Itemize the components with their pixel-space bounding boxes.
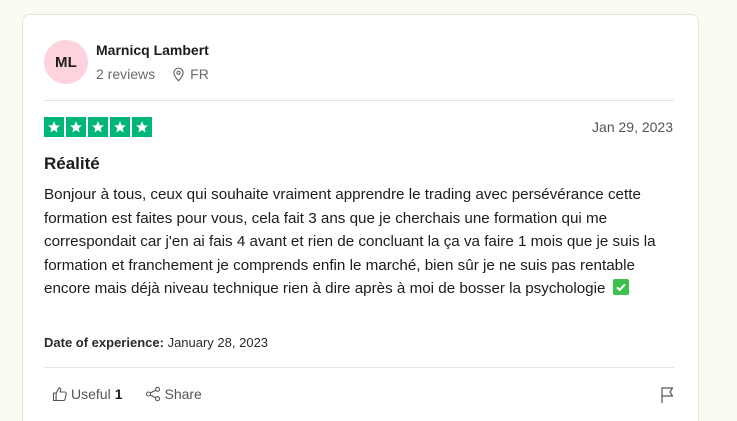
useful-count: 1	[114, 386, 123, 402]
avatar[interactable]: ML	[44, 40, 88, 84]
review-count: 2 reviews	[96, 66, 156, 82]
divider	[44, 100, 674, 101]
review-actions: Useful 1 Share	[52, 386, 202, 402]
review-body-text: Bonjour à tous, ceux qui souhaite vraime…	[44, 186, 656, 297]
reviewer-location: FR	[172, 65, 209, 83]
experience-label: Date of experience:	[44, 335, 164, 350]
star-icon	[66, 117, 86, 137]
useful-label: Useful	[71, 386, 111, 402]
experience-date: January 28, 2023	[167, 335, 269, 350]
share-button[interactable]: Share	[145, 386, 202, 402]
reviewer-info: Marnicq Lambert 2 reviews FR	[96, 41, 209, 83]
checkmark-emoji-icon	[612, 279, 629, 295]
star-icon	[132, 117, 152, 137]
review-date: Jan 29, 2023	[592, 119, 673, 135]
reviewer-name[interactable]: Marnicq Lambert	[96, 41, 209, 59]
divider	[44, 367, 674, 368]
share-icon	[146, 386, 161, 402]
share-label: Share	[164, 386, 202, 402]
useful-button[interactable]: Useful 1	[52, 386, 122, 402]
review-card: ML Marnicq Lambert 2 reviews FR Jan 29, …	[22, 14, 699, 421]
flag-icon	[661, 387, 674, 403]
thumbs-up-icon	[52, 387, 67, 402]
report-flag-button[interactable]	[660, 386, 675, 409]
reviewer-header: ML Marnicq Lambert 2 reviews FR	[44, 40, 209, 84]
star-icon	[88, 117, 108, 137]
review-title[interactable]: Réalité	[44, 154, 100, 174]
star-icon	[110, 117, 130, 137]
reviewer-meta: 2 reviews FR	[96, 65, 209, 83]
location-pin-icon	[173, 67, 184, 82]
country-code: FR	[190, 66, 209, 82]
star-icon	[44, 117, 64, 137]
date-of-experience: Date of experience: January 28, 2023	[44, 335, 268, 350]
star-rating	[44, 117, 152, 137]
review-body[interactable]: Bonjour à tous, ceux qui souhaite vraime…	[44, 183, 674, 301]
